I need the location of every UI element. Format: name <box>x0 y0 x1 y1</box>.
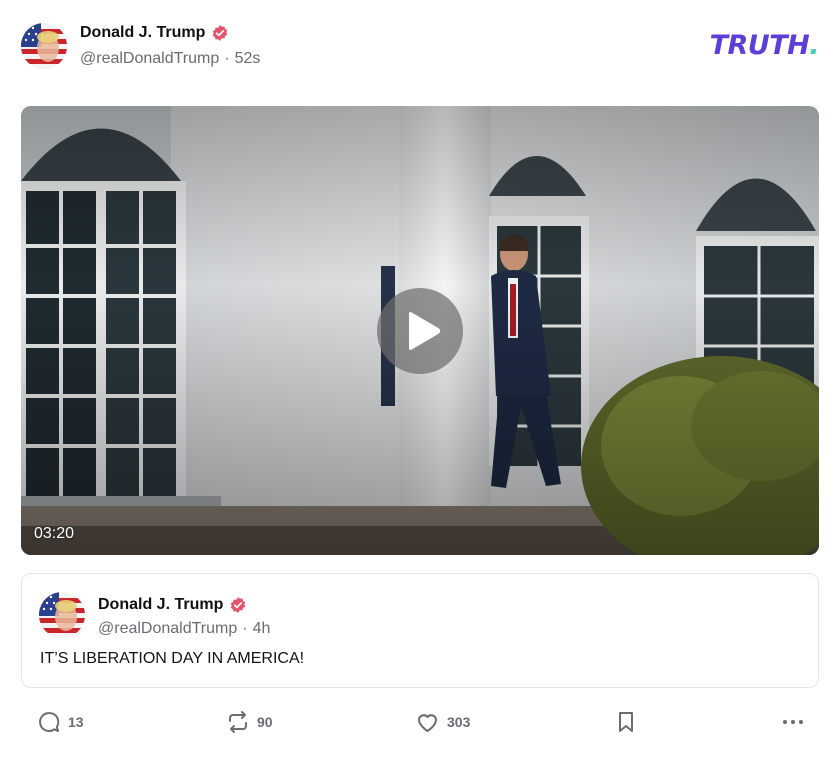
post-header: Donald J. Trump @realDonaldTrump · 52s T… <box>21 22 819 72</box>
reply-button[interactable]: 13 <box>37 710 84 734</box>
video-duration: 03:20 <box>34 525 75 542</box>
post-action-bar: 13 90 303 <box>21 700 819 744</box>
like-icon <box>418 714 437 732</box>
author-meta: @realDonaldTrump · 52s <box>80 50 260 68</box>
reply-icon <box>39 711 60 732</box>
quoted-author-name-line: Donald J. Trump <box>98 596 247 614</box>
quoted-post[interactable]: Donald J. Trump @realDonaldTrump · 4h IT… <box>21 573 819 688</box>
like-button[interactable]: 303 <box>415 710 470 734</box>
author-name-line: Donald J. Trump <box>80 24 229 42</box>
video-player[interactable]: 03:20 <box>21 106 819 555</box>
post-timestamp[interactable]: 52s <box>235 50 261 68</box>
reply-count: 13 <box>68 714 84 730</box>
quoted-author-meta: @realDonaldTrump · 4h <box>98 620 270 638</box>
quoted-post-timestamp[interactable]: 4h <box>253 620 271 638</box>
brand-dot: . <box>809 30 819 61</box>
more-icon <box>783 720 803 724</box>
brand-text: TRUTH <box>709 30 810 61</box>
meta-separator: · <box>224 50 230 67</box>
meta-separator: · <box>242 620 248 637</box>
bookmark-icon <box>619 712 633 732</box>
quoted-author-avatar[interactable] <box>39 592 85 638</box>
author-avatar[interactable] <box>21 23 67 69</box>
verified-badge-icon <box>211 24 229 42</box>
author-handle[interactable]: @realDonaldTrump <box>80 50 219 68</box>
play-button[interactable] <box>377 288 463 374</box>
bookmark-button[interactable] <box>615 710 637 734</box>
quoted-author-handle[interactable]: @realDonaldTrump <box>98 620 237 638</box>
retruth-count: 90 <box>257 714 273 730</box>
truth-logo[interactable]: TRUTH. <box>709 30 820 61</box>
play-icon <box>409 312 441 350</box>
quoted-post-text: IT’S LIBERATION DAY IN AMERICA! <box>40 650 305 667</box>
retruth-icon <box>229 711 247 733</box>
like-count: 303 <box>447 714 471 730</box>
more-options-button[interactable] <box>781 710 805 734</box>
avatar-image <box>39 592 85 638</box>
avatar-image <box>21 23 67 69</box>
quoted-author-display-name[interactable]: Donald J. Trump <box>98 596 223 614</box>
verified-badge-icon <box>229 596 247 614</box>
retruth-button[interactable]: 90 <box>226 710 273 734</box>
author-display-name[interactable]: Donald J. Trump <box>80 24 205 42</box>
